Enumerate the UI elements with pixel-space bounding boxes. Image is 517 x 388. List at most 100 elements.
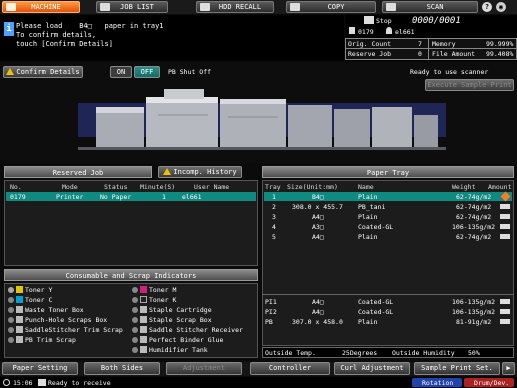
col-size: Size(Unit:mm) (287, 183, 338, 191)
settings-icon[interactable]: ◉ (496, 2, 506, 12)
file-amount-value: 99.408% (486, 50, 514, 58)
indicator-icon (8, 327, 14, 333)
warning-icon (6, 68, 15, 75)
machine-state: Stop (376, 17, 392, 25)
tray-weight: 106-135g/m2 (452, 223, 496, 231)
tray-paper-name: Coated-GL (358, 223, 394, 231)
consumable-punch-hole: Punch-Hole Scraps Box (8, 316, 107, 324)
amount-bar (500, 309, 510, 314)
tab-machine[interactable]: MACHINE (2, 1, 80, 13)
punch-hole-label: Punch-Hole Scraps Box (25, 316, 108, 324)
message-line-3: touch [Confirm Details] (16, 40, 113, 48)
outside-humidity-value: 50% (468, 349, 480, 357)
reserved-job-title: Reserved Job (52, 169, 104, 177)
counter-grid-divider (345, 48, 517, 49)
toner-icon (132, 287, 138, 293)
tray-weight: 62-74g/m2 (456, 193, 492, 201)
col-user-name: User Name (194, 183, 230, 191)
tab-scan[interactable]: SCAN (382, 1, 478, 13)
humidifier-label: Humidifier Tank (149, 346, 208, 354)
tray-weight: 81-91g/m2 (456, 318, 492, 326)
tab-hdd-recall[interactable]: HDD RECALL (196, 1, 274, 13)
consumable-binder-glue: Perfect Binder Glue (132, 336, 223, 344)
reserved-job-header: Reserved Job (4, 166, 152, 178)
curl-adjustment-button[interactable]: Curl Adjustment (334, 362, 410, 375)
tray-id: 5 (272, 233, 276, 241)
consumable-humidifier: Humidifier Tank (132, 346, 208, 354)
tab-copy[interactable]: COPY (286, 1, 376, 13)
consumable-toner-k: Toner K (132, 296, 176, 304)
sample-print-set-label: Sample Print Set. (421, 364, 493, 372)
toner-c-label: Toner C (25, 296, 53, 304)
tab-copy-label: COPY (327, 3, 345, 11)
col-amount: Amount (488, 183, 512, 191)
paper-setting-button[interactable]: Paper Setting (2, 362, 78, 375)
tray-weight: 106-135g/m2 (452, 308, 496, 316)
reserve-job-value: 0 (418, 50, 422, 58)
tray-size: 308.0 x 455.7 (292, 203, 343, 211)
glue-icon (140, 336, 147, 343)
toner-y-label: Toner Y (25, 286, 53, 294)
job-no: 0179 (10, 193, 26, 201)
tray-id: PI1 (265, 298, 277, 306)
incomp-history-button[interactable]: Incomp. History (158, 166, 242, 178)
pb-on-button[interactable]: ON (110, 66, 132, 78)
both-sides-label: Both Sides (100, 364, 144, 372)
controller-button[interactable]: Controller (250, 362, 330, 375)
col-no: No. (10, 183, 22, 191)
controller-label: Controller (268, 364, 312, 372)
tray-size: 307.0 x 458.0 (292, 318, 343, 326)
job-counter: 0000/0001 (412, 16, 461, 26)
outside-temp-value: 25Degrees (342, 349, 378, 357)
pb-shut-off-label: PB Shut Off (168, 68, 212, 76)
pb-off-button[interactable]: OFF (134, 66, 160, 78)
paper-tray-header: Paper Tray (262, 166, 514, 178)
tray-id: 2 (272, 203, 276, 211)
consumable-saddle-receiver: Saddle Stitcher Receiver (132, 326, 243, 334)
indicator-icon (8, 307, 14, 313)
status-user: el661 (395, 28, 415, 36)
indicator-icon (132, 317, 138, 323)
staple-cartridge-label: Staple Cartridge (149, 306, 212, 314)
next-page-button[interactable]: ▶ (502, 362, 515, 375)
indicator-icon (8, 337, 14, 343)
printer-icon (364, 16, 374, 24)
tray-paper-name: Plain (358, 213, 378, 221)
col-weight: Weight (452, 183, 476, 191)
tray-id: 3 (272, 213, 276, 221)
staple-scrap-label: Staple Scrap Box (149, 316, 212, 324)
toner-icon (8, 287, 14, 293)
amount-bar (500, 319, 510, 324)
counter-grid-divider (428, 38, 429, 60)
job-user: el661 (182, 193, 202, 201)
waste-toner-label: Waste Toner Box (25, 306, 84, 314)
tray-weight: 62-74g/m2 (456, 213, 492, 221)
help-icon[interactable]: ? (482, 2, 492, 12)
tray-size: A4□ (312, 308, 324, 316)
both-sides-button[interactable]: Both Sides (84, 362, 160, 375)
tab-job-list[interactable]: JOB LIST (96, 1, 168, 13)
user-icon (386, 27, 392, 34)
receiver-icon (140, 326, 147, 333)
incomp-history-label: Incomp. History (173, 168, 237, 176)
memory-value: 99.999% (486, 40, 514, 48)
consumables-header: Consumable and Scrap Indicators (4, 269, 258, 281)
pb-off-label: OFF (140, 68, 154, 76)
toner-icon (132, 297, 138, 303)
adjustment-button[interactable]: Adjustment (166, 362, 242, 375)
toner-c-swatch (16, 296, 23, 303)
message-line-2: To confirm details, (16, 31, 97, 39)
saddle-trim-label: SaddleStitcher Trim Scrap (25, 326, 123, 334)
machine-icon (6, 3, 16, 11)
tray-size: A4□ (312, 298, 324, 306)
paper-tray-title: Paper Tray (366, 169, 410, 177)
sample-print-set-button[interactable]: Sample Print Set. (414, 362, 500, 375)
humidifier-icon (140, 346, 147, 353)
amount-bar (500, 224, 510, 229)
tray-id: 4 (272, 223, 276, 231)
tray-size: B4□ (312, 193, 324, 201)
toner-m-label: Toner M (149, 286, 177, 294)
chevron-right-icon: ▶ (506, 364, 511, 372)
job-list-icon (100, 3, 110, 11)
confirm-details-button[interactable]: Confirm Details (3, 66, 83, 78)
